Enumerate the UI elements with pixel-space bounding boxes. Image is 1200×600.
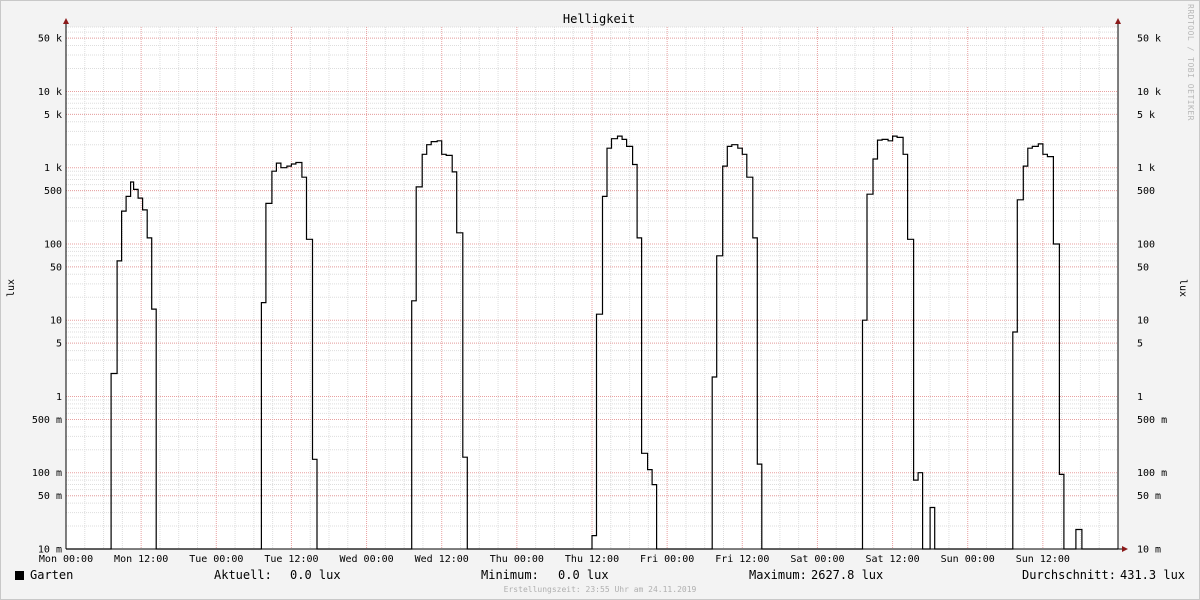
y-tick-label-right: 1 k	[1137, 163, 1155, 174]
legend-aktuell-label: Aktuell:	[214, 568, 272, 582]
legend-minimum-label: Minimum:	[481, 568, 539, 582]
y-tick-label-right: 50 m	[1137, 491, 1161, 502]
legend-series-name: Garten	[30, 568, 74, 582]
x-tick-label: Wed 12:00	[415, 554, 469, 565]
y-tick-label-left: 1	[56, 392, 62, 403]
y-tick-label-left: 5 k	[44, 110, 62, 121]
footer-timestamp: Erstellungszeit: 23:55 Uhr am 24.11.2019	[503, 585, 697, 594]
y-tick-label-left: 500 m	[32, 415, 62, 426]
x-tick-label: Tue 00:00	[189, 554, 243, 565]
x-tick-label: Sat 12:00	[865, 554, 919, 565]
legend-maximum-value: 2627.8 lux	[811, 568, 884, 582]
y-axis-label-left: lux	[6, 279, 17, 297]
legend: Garten Aktuell: 0.0 lux Minimum: 0.0 lux…	[0, 568, 1200, 584]
y-tick-label-right: 10 k	[1137, 87, 1161, 98]
x-tick-label: Mon 12:00	[114, 554, 168, 565]
x-tick-label: Sun 00:00	[941, 554, 995, 565]
y-tick-label-left: 10 k	[38, 87, 62, 98]
y-tick-label-left: 500	[44, 186, 62, 197]
y-tick-label-left: 5	[56, 339, 62, 350]
y-tick-label-right: 50 k	[1137, 34, 1161, 45]
y-tick-label-right: 500	[1137, 186, 1155, 197]
legend-swatch	[15, 571, 24, 580]
y-tick-label-left: 100	[44, 239, 62, 250]
y-tick-label-right: 10 m	[1137, 545, 1161, 556]
x-tick-label: Tue 12:00	[264, 554, 318, 565]
y-tick-label-left: 1 k	[44, 163, 62, 174]
y-tick-label-right: 500 m	[1137, 415, 1167, 426]
watermark: RRDTOOL / TOBI OETIKER	[1186, 4, 1195, 121]
y-tick-label-right: 1	[1137, 392, 1143, 403]
x-tick-label: Wed 00:00	[339, 554, 393, 565]
y-tick-label-left: 50	[50, 262, 62, 273]
x-tick-label: Thu 12:00	[565, 554, 619, 565]
y-tick-label-right: 5	[1137, 339, 1143, 350]
y-tick-label-right: 100	[1137, 239, 1155, 250]
x-tick-label: Fri 00:00	[640, 554, 694, 565]
chart-title: Helligkeit	[563, 12, 635, 26]
y-tick-label-right: 5 k	[1137, 110, 1155, 121]
x-axis-arrow	[1122, 546, 1128, 552]
x-tick-label: Fri 12:00	[715, 554, 769, 565]
legend-durchschnitt-value: 431.3 lux	[1120, 568, 1186, 582]
y-tick-label-right: 100 m	[1137, 468, 1167, 479]
y-tick-label-left: 10	[50, 316, 62, 327]
y-tick-label-left: 100 m	[32, 468, 62, 479]
y-tick-label-right: 50	[1137, 262, 1149, 273]
x-tick-label: Thu 00:00	[490, 554, 544, 565]
legend-minimum-value: 0.0 lux	[558, 568, 609, 582]
y-tick-label-left: 50 m	[38, 491, 62, 502]
chart-svg: 10 m 10 m50 m 50 m100 m 100 m500 m 500 m1 15 5…	[6, 12, 1188, 565]
x-tick-label: Sun 12:00	[1016, 554, 1070, 565]
legend-maximum-label: Maximum:	[749, 568, 807, 582]
legend-durchschnitt-label: Durchschnitt:	[1022, 568, 1116, 582]
x-tick-label: Sat 00:00	[790, 554, 844, 565]
y-axis-right-arrow	[1115, 18, 1121, 24]
y-axis-left-arrow	[63, 18, 69, 24]
x-tick-label: Mon 00:00	[39, 554, 93, 565]
y-tick-label-right: 10	[1137, 316, 1149, 327]
y-axis-label-right: lux	[1177, 279, 1188, 297]
legend-aktuell-value: 0.0 lux	[290, 568, 341, 582]
y-tick-label-left: 50 k	[38, 34, 62, 45]
